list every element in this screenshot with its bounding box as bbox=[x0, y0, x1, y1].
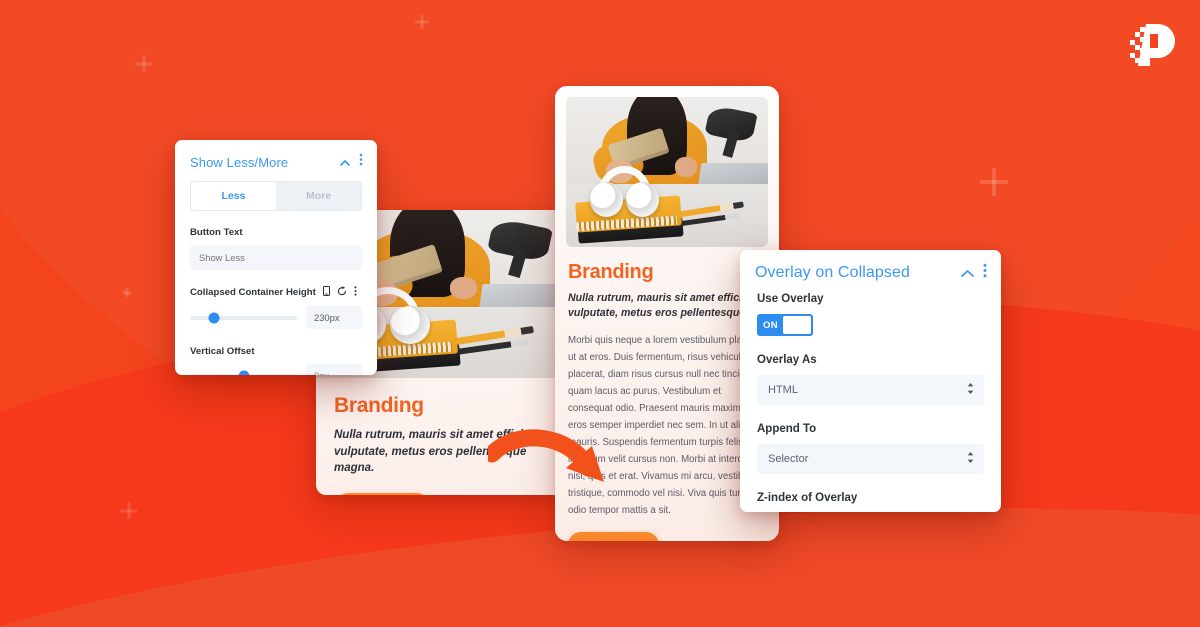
z-index-label: Z-index of Overlay bbox=[757, 492, 858, 504]
preview-image-front bbox=[566, 97, 768, 247]
chevron-up-icon[interactable] bbox=[961, 264, 974, 282]
panel-overlay-header: Overlay on Collapsed bbox=[740, 250, 1001, 293]
vertical-offset-label: Vertical Offset bbox=[190, 346, 255, 357]
vertical-offset-row bbox=[190, 364, 362, 375]
overlay-as-label: Overlay As bbox=[757, 354, 817, 366]
button-text-label: Button Text bbox=[190, 227, 243, 238]
collapsed-container-height-slider[interactable] bbox=[190, 312, 297, 323]
preview-back-subtitle: Nulla rutrum, mauris sit amet efficitur … bbox=[334, 429, 539, 475]
updown-arrows-icon bbox=[967, 452, 974, 466]
overlay-as-value: HTML bbox=[768, 384, 798, 396]
vertical-offset-slider[interactable] bbox=[190, 370, 297, 375]
chevron-up-icon[interactable] bbox=[340, 153, 350, 171]
preview-front-title: Branding bbox=[568, 261, 654, 283]
overlay-as-select[interactable]: HTML bbox=[757, 375, 984, 405]
use-overlay-toggle-state: ON bbox=[763, 319, 778, 331]
panel-overlay-title: Overlay on Collapsed bbox=[755, 264, 910, 281]
updown-arrows-icon bbox=[967, 383, 974, 397]
collapsed-container-height-label: Collapsed Container Height bbox=[190, 286, 362, 299]
plus-decoration-icon bbox=[135, 55, 152, 72]
collapsed-container-height-text: Collapsed Container Height bbox=[190, 287, 316, 298]
tab-more[interactable]: More bbox=[276, 182, 361, 210]
panel-show-less-more-title: Show Less/More bbox=[190, 154, 289, 170]
read-more-button[interactable]: Read More + bbox=[334, 493, 432, 495]
plus-decoration-icon bbox=[122, 288, 131, 297]
plus-decoration-icon bbox=[980, 168, 1008, 196]
preview-front-subtitle: Nulla rutrum, mauris sit amet efficitur … bbox=[568, 292, 764, 320]
arrow-right-icon: → bbox=[635, 540, 644, 541]
collapsed-container-height-row bbox=[190, 306, 362, 329]
toggle-knob bbox=[782, 316, 811, 334]
button-text-input[interactable] bbox=[190, 245, 362, 270]
kebab-menu-icon[interactable] bbox=[359, 153, 363, 171]
use-overlay-label: Use Overlay bbox=[757, 293, 824, 305]
panel-show-less-more: Show Less/More Less More Button Text Col… bbox=[175, 140, 377, 375]
panel-show-less-more-header: Show Less/More bbox=[175, 140, 377, 181]
screenshot-stage: Branding Nulla rutrum, mauris sit amet e… bbox=[0, 0, 1200, 627]
tab-less[interactable]: Less bbox=[191, 182, 276, 210]
append-to-value: Selector bbox=[768, 453, 809, 465]
collapsed-container-height-value[interactable] bbox=[306, 306, 362, 329]
plus-decoration-icon bbox=[120, 502, 137, 519]
use-overlay-toggle[interactable]: ON bbox=[757, 314, 813, 336]
kebab-menu-icon[interactable] bbox=[983, 263, 987, 283]
responsive-device-icon[interactable] bbox=[322, 286, 330, 299]
panel-overlay-on-collapsed: Overlay on Collapsed Use Overlay ON Over… bbox=[740, 250, 1001, 512]
preview-front-paragraph: Morbi quis neque a lorem vestibulum plac… bbox=[568, 334, 764, 517]
less-more-tab-group: Less More bbox=[190, 181, 362, 211]
preview-back-title: Branding bbox=[334, 394, 424, 417]
kebab-menu-icon[interactable] bbox=[354, 286, 357, 299]
plus-decoration-icon bbox=[415, 15, 429, 29]
append-to-label: Append To bbox=[757, 423, 817, 435]
divi-logo bbox=[1124, 18, 1178, 72]
read-less-button[interactable]: Read Less → bbox=[568, 532, 660, 541]
read-less-label: Read Less bbox=[583, 540, 628, 541]
reset-icon[interactable] bbox=[337, 286, 347, 299]
vertical-offset-value[interactable] bbox=[306, 364, 362, 375]
append-to-select[interactable]: Selector bbox=[757, 444, 984, 474]
